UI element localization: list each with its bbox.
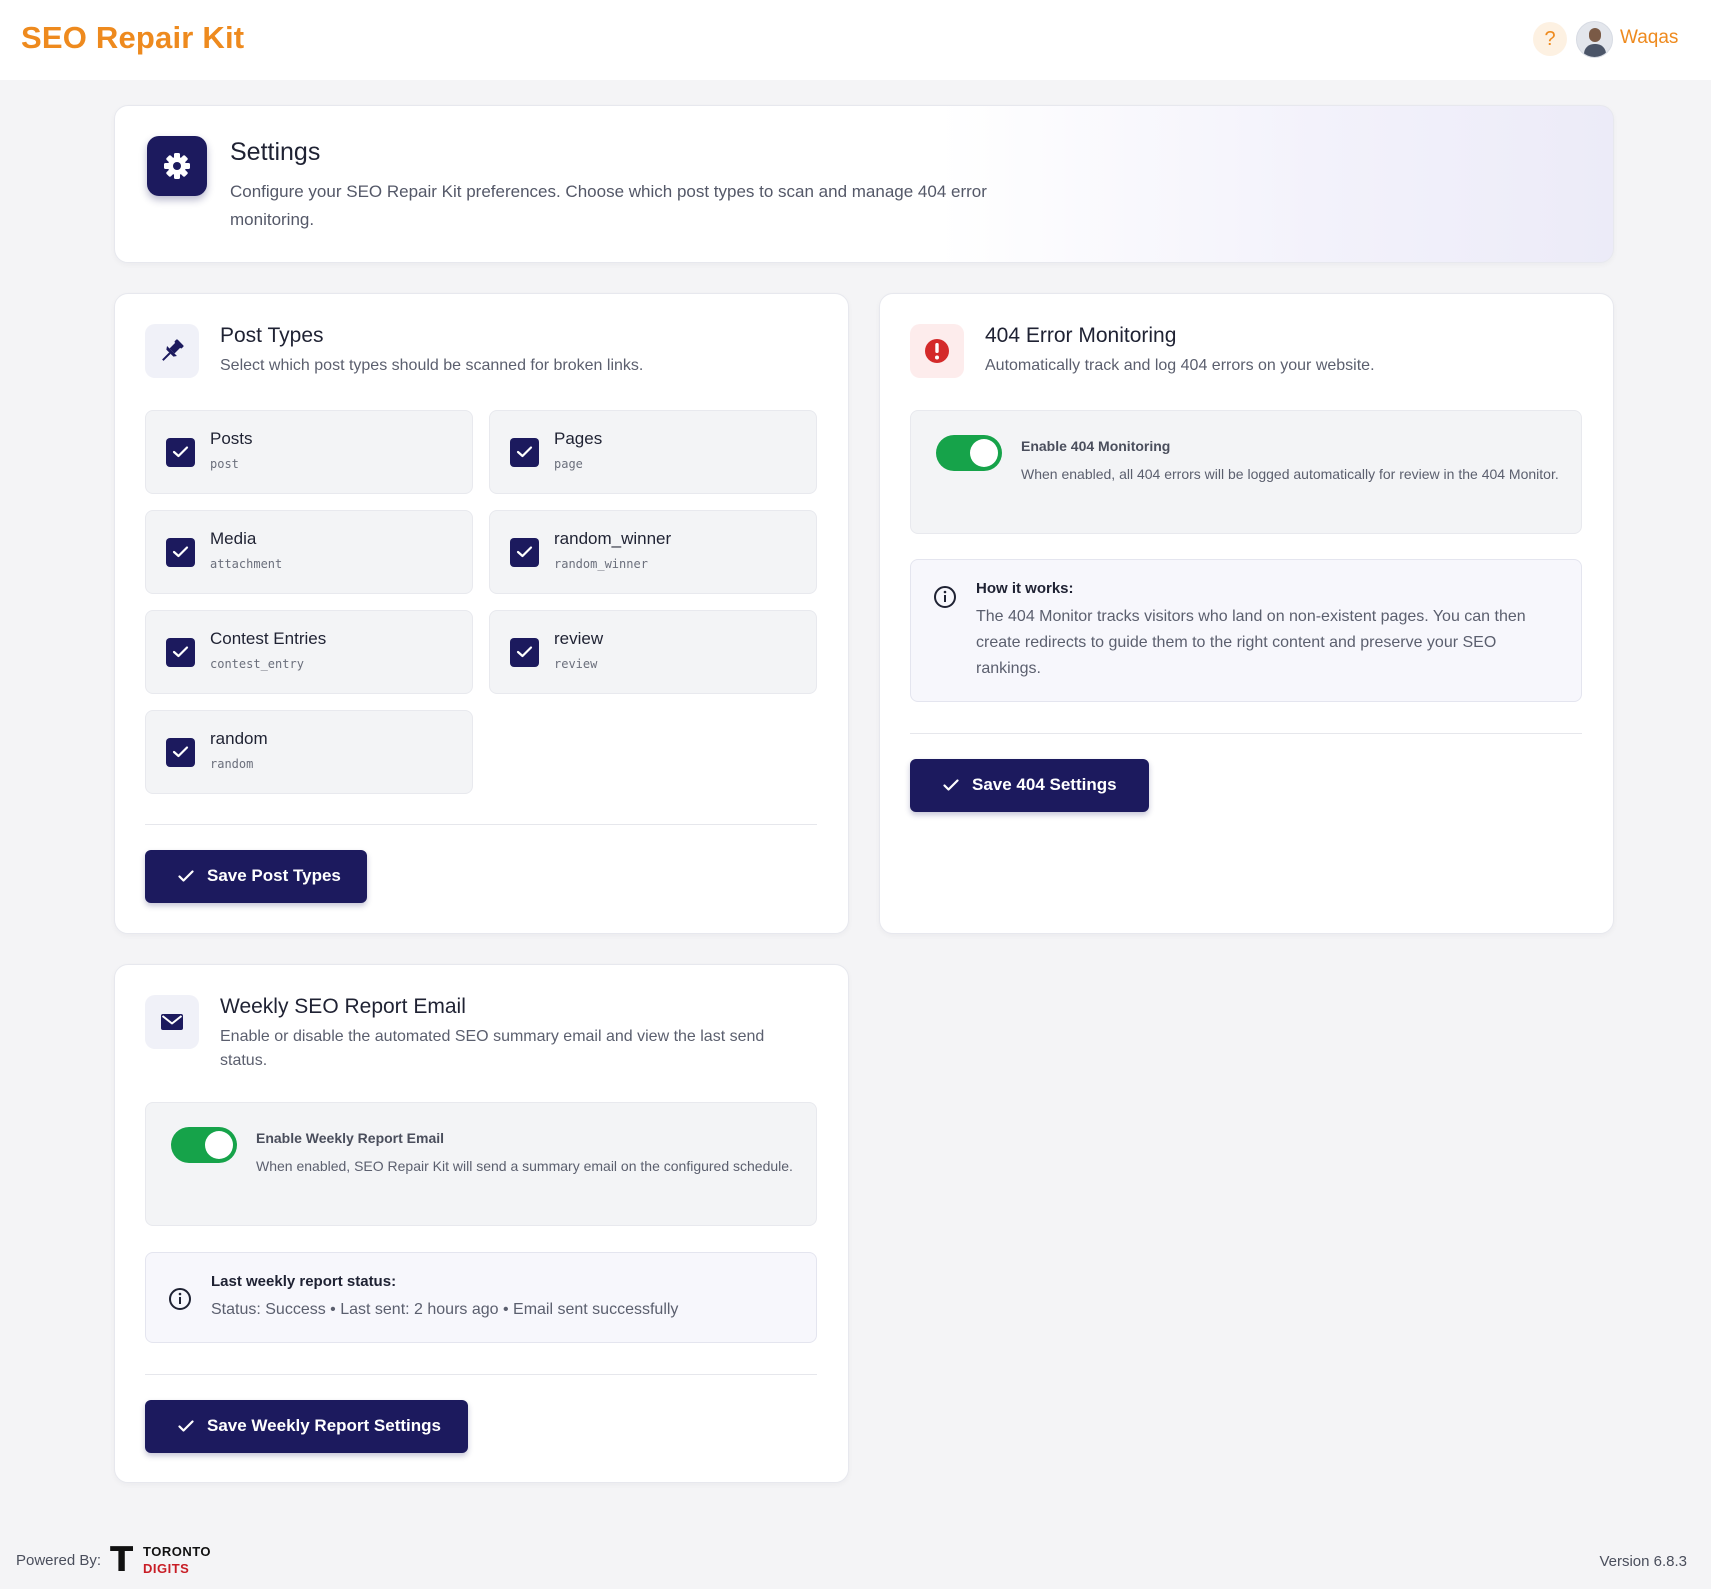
avatar-body	[1584, 44, 1606, 57]
weekly-status-box: Last weekly report status: Status: Succe…	[145, 1252, 817, 1343]
post-type-label: Contest Entries	[210, 629, 327, 648]
powered-by-label: Powered By:	[16, 1552, 102, 1569]
post-type-label: Pages	[554, 429, 603, 448]
checkbox-contest-entry[interactable]	[166, 638, 195, 667]
username-link[interactable]: Waqas	[1620, 27, 1678, 49]
divider	[145, 1374, 817, 1375]
version-label: Version 6.8.3	[1599, 1553, 1687, 1570]
post-types-title: Post Types	[220, 324, 324, 347]
monitoring-toggle[interactable]	[936, 435, 1002, 471]
post-type-slug: page	[554, 457, 583, 471]
post-type-label: review	[554, 629, 604, 648]
how-it-works-title: How it works:	[976, 580, 1074, 597]
monitoring-card: 404 Error Monitoring Automatically track…	[879, 293, 1614, 934]
save-post-types-label: Save Post Types	[207, 866, 341, 885]
post-types-subtitle: Select which post types should be scanne…	[220, 357, 644, 374]
how-it-works-text: The 404 Monitor tracks visitors who land…	[976, 608, 1526, 677]
post-type-label: random	[210, 729, 268, 748]
avatar-head	[1589, 28, 1601, 42]
gear-icon	[147, 136, 207, 196]
save-weekly-report-label: Save Weekly Report Settings	[207, 1416, 441, 1435]
weekly-status-title: Last weekly report status:	[211, 1273, 397, 1290]
post-types-card: Post Types Select which post types shoul…	[114, 293, 849, 934]
checkbox-random[interactable]	[166, 738, 195, 767]
logo-mark: T	[110, 1540, 134, 1580]
pin-icon	[145, 324, 199, 378]
info-icon	[934, 586, 956, 608]
post-type-item-random[interactable]: random random	[145, 710, 473, 794]
save-weekly-report-button[interactable]: Save Weekly Report Settings	[145, 1400, 468, 1453]
post-type-label: Posts	[210, 429, 253, 448]
checkbox-page[interactable]	[510, 438, 539, 467]
divider	[145, 824, 817, 825]
post-type-slug: attachment	[210, 557, 283, 571]
divider	[910, 733, 1582, 734]
help-button[interactable]: ?	[1533, 22, 1567, 56]
monitoring-title: 404 Error Monitoring	[985, 324, 1177, 347]
toronto-digits-logo[interactable]: T TORONTO DIGITS	[110, 1540, 211, 1580]
logo-line1: TORONTO	[143, 1544, 212, 1559]
monitoring-toggle-title: Enable 404 Monitoring	[1021, 438, 1171, 454]
page-description: Configure your SEO Repair Kit preference…	[230, 182, 987, 229]
monitoring-toggle-desc: When enabled, all 404 errors will be log…	[1021, 466, 1559, 482]
alert-icon	[910, 324, 964, 378]
post-type-item-random-winner[interactable]: random_winner random_winner	[489, 510, 817, 594]
post-type-label: Media	[210, 529, 257, 548]
checkbox-review[interactable]	[510, 638, 539, 667]
logo-line2: DIGITS	[143, 1561, 190, 1576]
checkbox-attachment[interactable]	[166, 538, 195, 567]
weekly-title: Weekly SEO Report Email	[220, 995, 466, 1018]
weekly-toggle[interactable]	[171, 1127, 237, 1163]
weekly-toggle-desc: When enabled, SEO Repair Kit will send a…	[256, 1158, 793, 1174]
monitoring-subtitle: Automatically track and log 404 errors o…	[985, 357, 1375, 374]
toggle-knob	[205, 1131, 233, 1159]
page-title: Settings	[230, 138, 321, 166]
checkbox-random-winner[interactable]	[510, 538, 539, 567]
post-type-label: random_winner	[554, 529, 672, 548]
info-icon	[169, 1288, 191, 1310]
monitoring-toggle-box: Enable 404 Monitoring When enabled, all …	[910, 410, 1582, 534]
post-type-item-page[interactable]: Pages page	[489, 410, 817, 494]
mail-icon	[145, 995, 199, 1049]
save-404-settings-label: Save 404 Settings	[972, 775, 1117, 794]
avatar[interactable]	[1576, 21, 1613, 58]
check-icon	[178, 870, 194, 882]
top-bar: SEO Repair Kit ? Waqas	[0, 0, 1711, 80]
post-type-slug: post	[210, 457, 239, 471]
weekly-report-card: Weekly SEO Report Email Enable or disabl…	[114, 964, 849, 1483]
weekly-subtitle: Enable or disable the automated SEO summ…	[220, 1028, 765, 1069]
settings-header-card: Settings Configure your SEO Repair Kit p…	[114, 105, 1614, 263]
toggle-knob	[970, 439, 998, 467]
how-it-works-box: How it works: The 404 Monitor tracks vis…	[910, 559, 1582, 702]
post-type-item-review[interactable]: review review	[489, 610, 817, 694]
post-type-item-attachment[interactable]: Media attachment	[145, 510, 473, 594]
save-post-types-button[interactable]: Save Post Types	[145, 850, 367, 903]
weekly-status-text: Status: Success • Last sent: 2 hours ago…	[211, 1301, 679, 1318]
post-type-slug: random_winner	[554, 557, 648, 571]
post-type-item-post[interactable]: Posts post	[145, 410, 473, 494]
post-type-slug: contest_entry	[210, 657, 304, 671]
post-type-item-contest-entry[interactable]: Contest Entries contest_entry	[145, 610, 473, 694]
check-icon	[943, 779, 959, 791]
weekly-toggle-box: Enable Weekly Report Email When enabled,…	[145, 1102, 817, 1226]
weekly-toggle-title: Enable Weekly Report Email	[256, 1130, 445, 1146]
checkbox-post[interactable]	[166, 438, 195, 467]
save-404-settings-button[interactable]: Save 404 Settings	[910, 759, 1149, 812]
post-type-slug: review	[554, 657, 598, 671]
post-type-slug: random	[210, 757, 254, 771]
check-icon	[178, 1420, 194, 1432]
brand-title[interactable]: SEO Repair Kit	[21, 20, 244, 56]
